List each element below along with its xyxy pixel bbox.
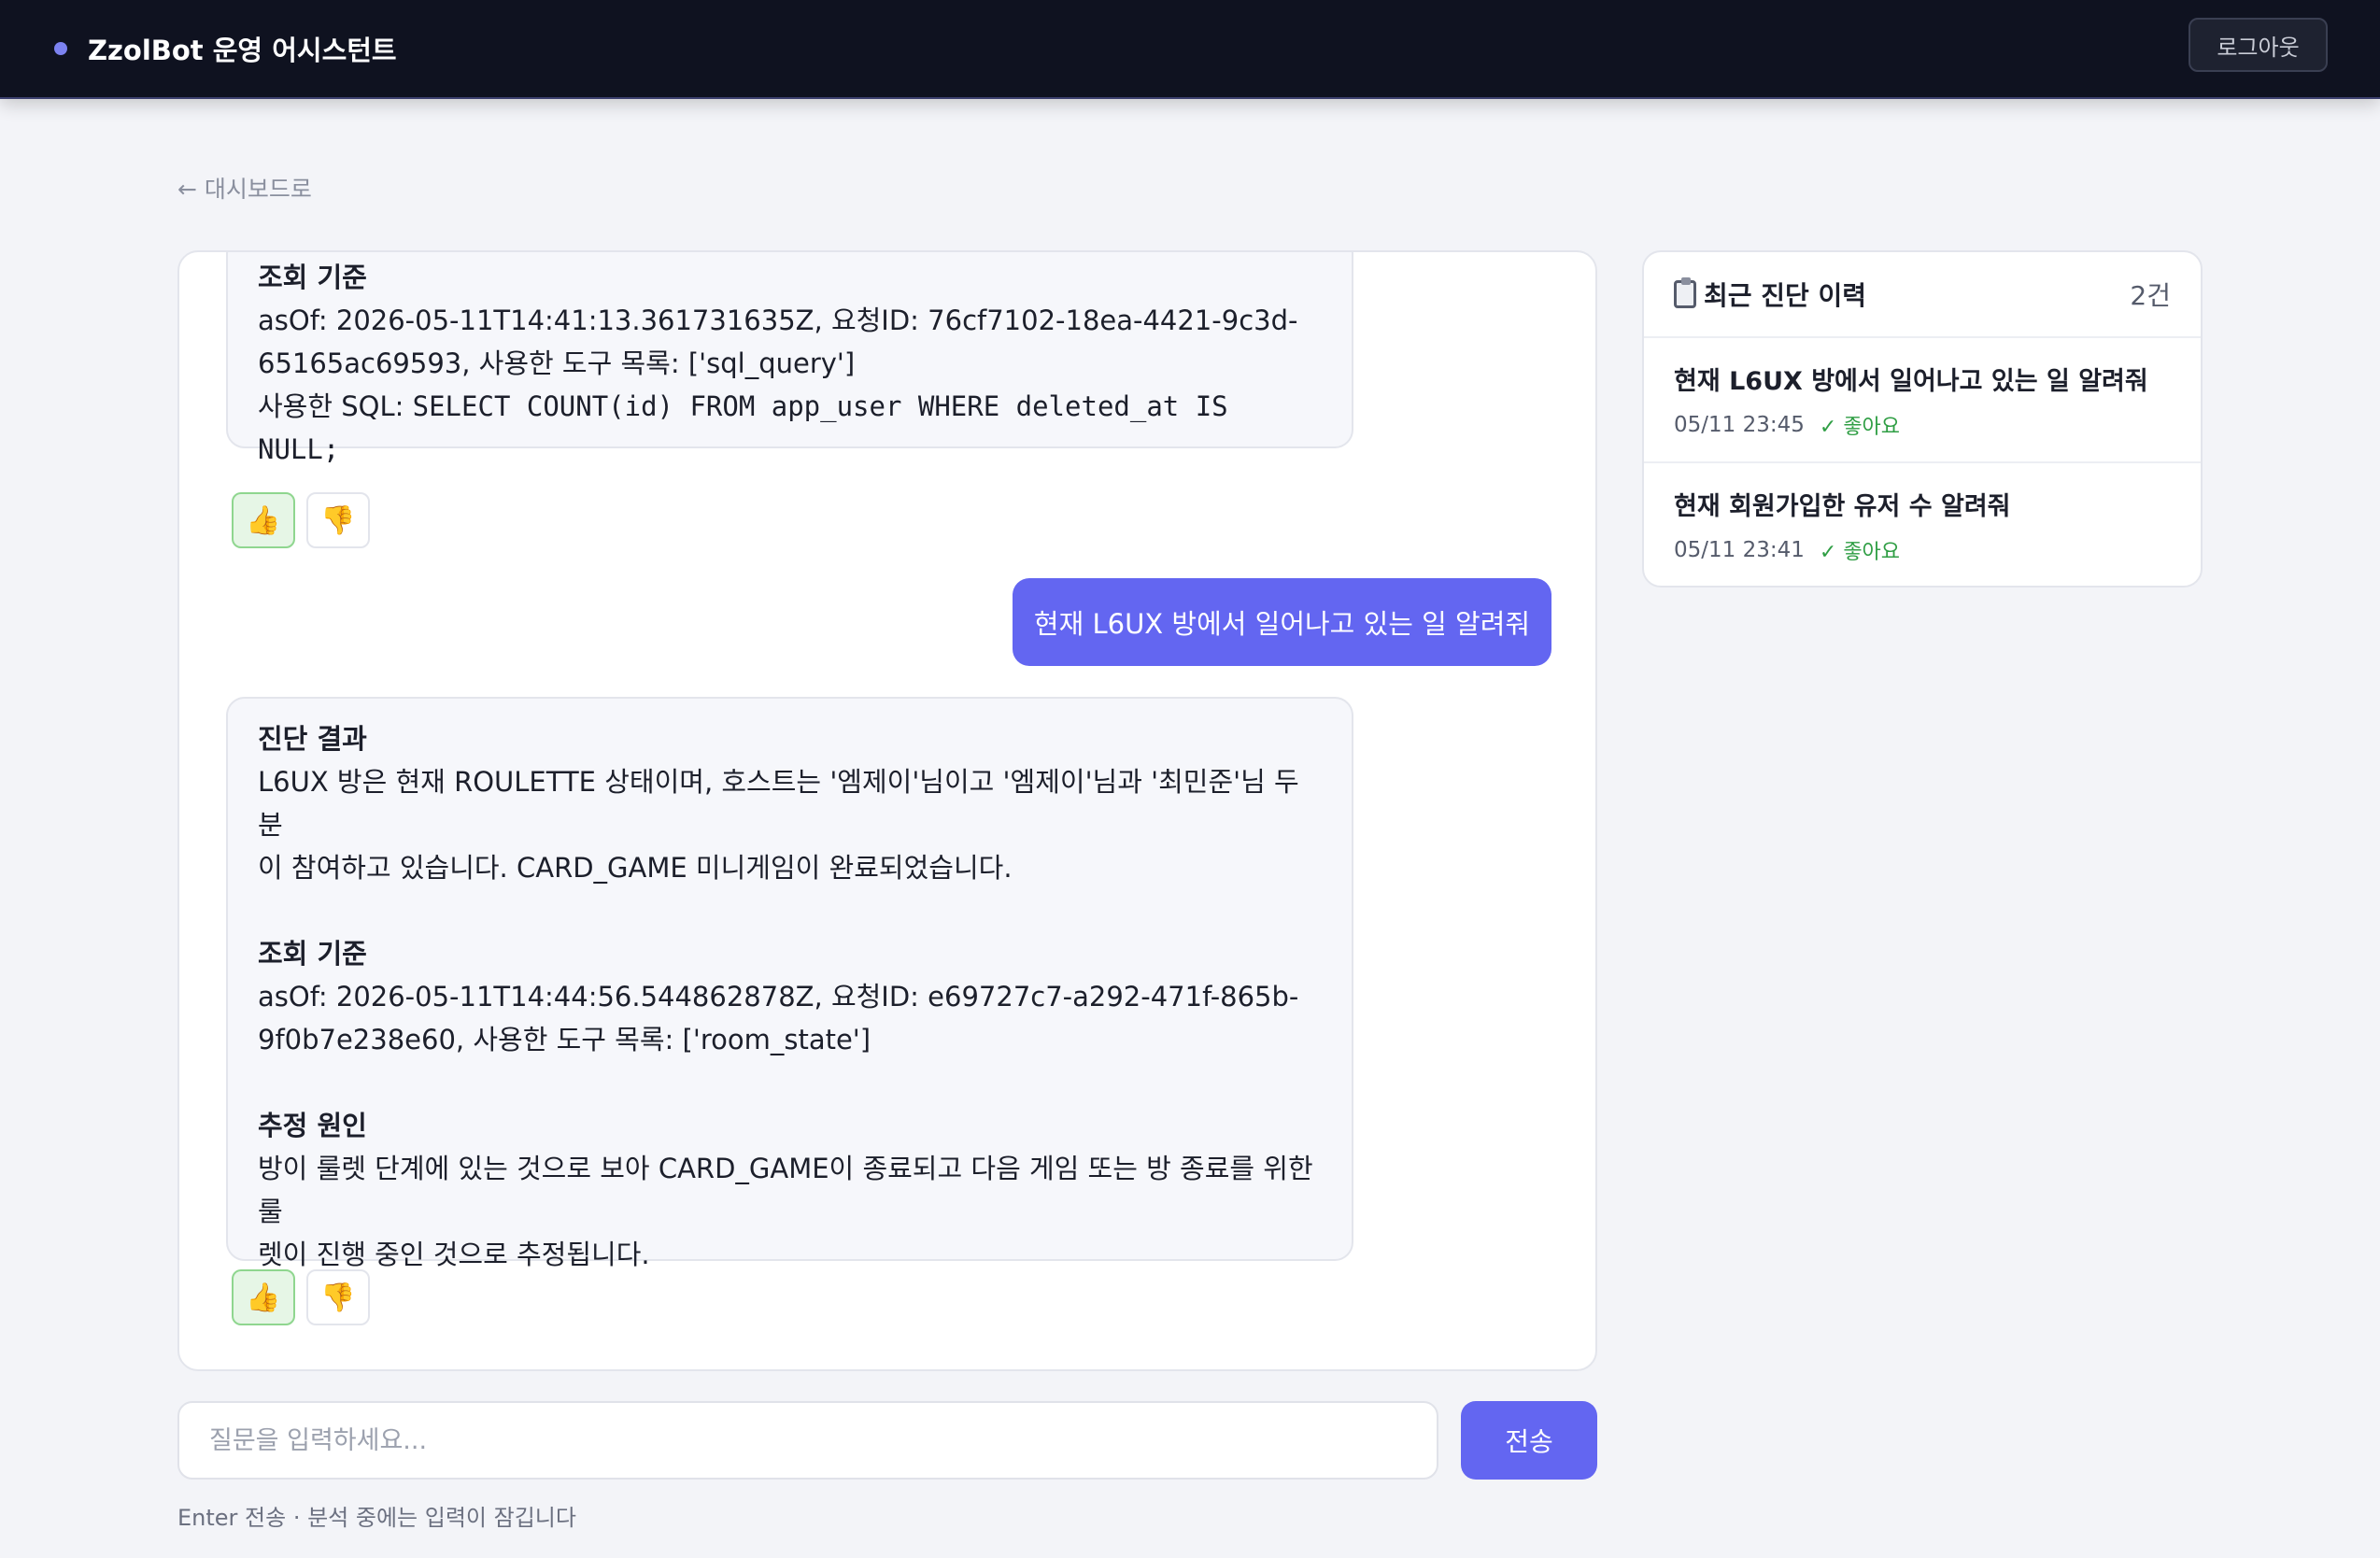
status-dot-icon xyxy=(54,42,67,55)
sql-line: 사용한 SQL: SELECT COUNT(id) FROM app_user … xyxy=(258,385,1322,471)
send-button[interactable]: 전송 xyxy=(1461,1401,1597,1480)
history-title: 최근 진단 이력 xyxy=(1704,280,1867,311)
message-line: 이 참여하고 있습니다. CARD_GAME 미니게임이 완료되었습니다. xyxy=(258,852,1013,884)
thumbs-down-icon[interactable]: 👎 xyxy=(306,1269,370,1325)
message-line: 65165ac69593, 사용한 도구 목록: ['sql_query'] xyxy=(258,347,856,379)
history-count: 2건 xyxy=(2130,280,2171,311)
history-status: ✓ 좋아요 xyxy=(1819,541,1901,564)
history-panel: 최근 진단 이력 2건 현재 L6UX 방에서 일어나고 있는 일 알려줘 05… xyxy=(1642,250,2203,588)
history-item[interactable]: 현재 L6UX 방에서 일어나고 있는 일 알려줘 05/11 23:45 ✓ … xyxy=(1644,338,2201,463)
section-title: 진단 결과 xyxy=(258,723,367,755)
question-input[interactable] xyxy=(177,1401,1438,1480)
app-title: ZzolBot 운영 어시스턴트 xyxy=(88,35,397,66)
feedback-row: 👍 👎 xyxy=(232,492,370,548)
logout-button[interactable]: 로그아웃 xyxy=(2189,18,2328,72)
history-status: ✓ 좋아요 xyxy=(1819,416,1901,439)
sql-prefix: 사용한 SQL: xyxy=(258,390,413,422)
user-message: 현재 L6UX 방에서 일어나고 있는 일 알려줘 xyxy=(1013,578,1551,666)
input-hint: Enter 전송 · 분석 중에는 입력이 잠깁니다 xyxy=(177,1505,576,1531)
history-header: 최근 진단 이력 2건 xyxy=(1644,252,2201,338)
message-line: asOf: 2026-05-11T14:41:13.361731635Z, 요청… xyxy=(258,305,1298,336)
history-question: 현재 L6UX 방에서 일어나고 있는 일 알려줘 xyxy=(1674,367,2148,396)
section-title: 조회 기준 xyxy=(258,938,367,970)
history-question: 현재 회원가입한 유저 수 알려줘 xyxy=(1674,492,2011,521)
message-line: 9f0b7e238e60, 사용한 도구 목록: ['room_state'] xyxy=(258,1024,871,1055)
feedback-row: 👍 👎 xyxy=(232,1269,370,1325)
history-time: 05/11 23:45 xyxy=(1674,413,1805,437)
thumbs-up-icon[interactable]: 👍 xyxy=(232,1269,295,1325)
thumbs-down-icon[interactable]: 👎 xyxy=(306,492,370,548)
brand: ZzolBot 운영 어시스턴트 xyxy=(54,29,397,68)
history-item[interactable]: 현재 회원가입한 유저 수 알려줘 05/11 23:41 ✓ 좋아요 xyxy=(1644,463,2201,586)
message-line: L6UX 방은 현재 ROULETTE 상태이며, 호스트는 '엠제이'님이고 … xyxy=(258,766,1299,841)
history-time: 05/11 23:41 xyxy=(1674,538,1805,562)
message-line: 렛이 진행 중인 것으로 추정됩니다. xyxy=(258,1239,650,1270)
back-to-dashboard-link[interactable]: ← 대시보드로 xyxy=(177,171,312,205)
bot-message: 진단 결과 L6UX 방은 현재 ROULETTE 상태이며, 호스트는 '엠제… xyxy=(226,697,1353,1270)
clipboard-icon xyxy=(1674,277,1696,308)
thumbs-up-icon[interactable]: 👍 xyxy=(232,492,295,548)
top-bar: ZzolBot 운영 어시스턴트 로그아웃 xyxy=(0,0,2380,99)
message-line: asOf: 2026-05-11T14:44:56.544862878Z, 요청… xyxy=(258,981,1299,1013)
message-line: 방이 룰렛 단계에 있는 것으로 보아 CARD_GAME이 종료되고 다음 게… xyxy=(258,1153,1313,1227)
chat-panel[interactable]: 조회 기준 asOf: 2026-05-11T14:41:13.36173163… xyxy=(177,250,1597,1371)
bot-message: 조회 기준 asOf: 2026-05-11T14:41:13.36173163… xyxy=(226,252,1353,465)
section-title: 추정 원인 xyxy=(258,1110,367,1141)
section-title: 조회 기준 xyxy=(258,262,367,293)
